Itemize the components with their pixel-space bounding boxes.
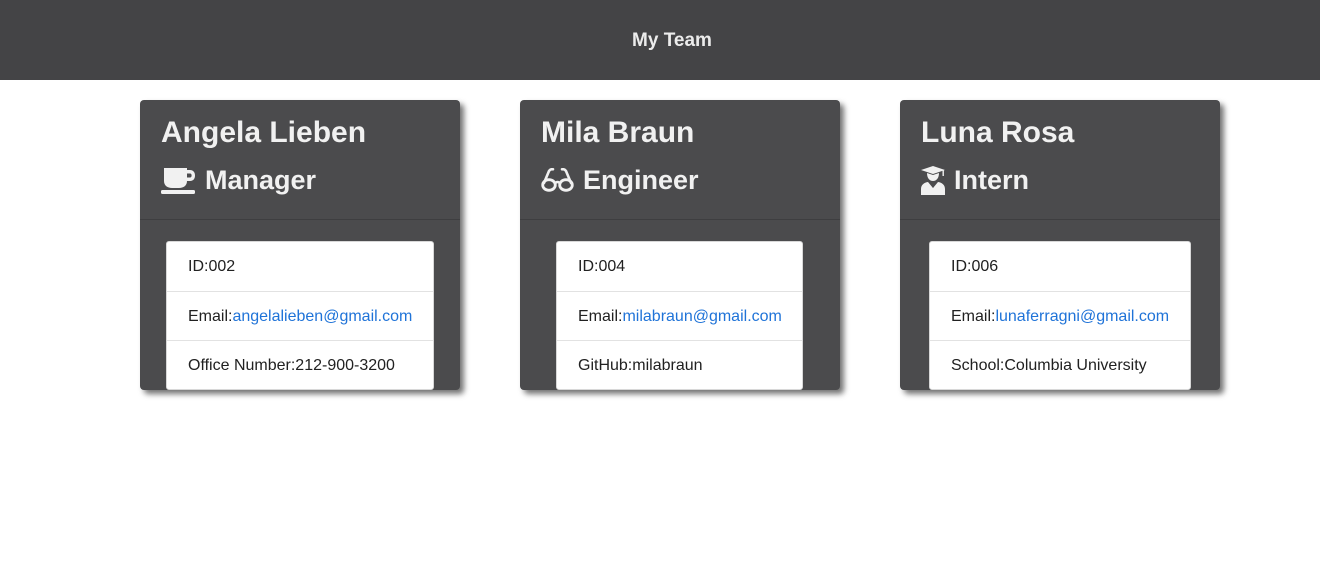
glasses-icon <box>541 163 574 197</box>
list-item-office-number: Office Number:212-900-3200 <box>167 340 433 389</box>
office-number-label: Office Number: <box>188 357 296 374</box>
employee-details-list: ID:004 Email:milabraun@gmail.com GitHub:… <box>556 241 803 390</box>
id-value: 004 <box>598 258 626 275</box>
list-item-email: Email:lunaferragni@gmail.com <box>930 291 1190 340</box>
email-link[interactable]: lunaferragni@gmail.com <box>995 308 1169 325</box>
employee-name: Angela Lieben <box>161 116 367 149</box>
id-value: 002 <box>208 258 236 275</box>
list-item-id: ID:004 <box>557 242 802 291</box>
graduate-icon <box>921 163 945 197</box>
employee-details-list: ID:006 Email:lunaferragni@gmail.com Scho… <box>929 241 1191 390</box>
employee-details-list: ID:002 Email:angelalieben@gmail.com Offi… <box>166 241 434 390</box>
id-label: ID: <box>951 258 972 275</box>
employee-name: Luna Rosa <box>921 116 1075 149</box>
mug-icon <box>161 163 196 197</box>
list-item-github: GitHub:milabraun <box>557 340 802 389</box>
email-label: Email: <box>951 308 996 325</box>
list-item-id: ID:006 <box>930 242 1190 291</box>
list-item-id: ID:002 <box>167 242 433 291</box>
list-item-email: Email:angelalieben@gmail.com <box>167 291 433 340</box>
github-value: milabraun <box>632 357 703 374</box>
card-header: Angela Lieben Manager <box>140 100 460 220</box>
school-value: Columbia University <box>1004 357 1147 374</box>
id-label: ID: <box>188 258 209 275</box>
employee-role: Intern <box>921 163 1199 197</box>
employee-name: Mila Braun <box>541 116 695 149</box>
card-header: Luna Rosa Intern <box>900 100 1220 220</box>
employee-role: Manager <box>161 163 439 197</box>
id-label: ID: <box>578 258 599 275</box>
id-value: 006 <box>971 258 999 275</box>
page-header: My Team <box>0 0 1320 80</box>
list-item-school: School:Columbia University <box>930 340 1190 389</box>
employee-role: Engineer <box>541 163 819 197</box>
email-label: Email: <box>578 308 623 325</box>
role-label: Engineer <box>583 165 699 195</box>
email-link[interactable]: milabraun@gmail.com <box>622 308 781 325</box>
email-label: Email: <box>188 308 233 325</box>
school-label: School: <box>951 357 1005 374</box>
email-link[interactable]: angelalieben@gmail.com <box>232 308 412 325</box>
office-number-value: 212-900-3200 <box>295 357 395 374</box>
employee-card-engineer: Mila Braun Engineer ID:004 Email:milabra… <box>520 100 840 390</box>
role-label: Manager <box>205 165 317 195</box>
page-title: My Team <box>632 29 712 51</box>
role-label: Intern <box>954 165 1030 195</box>
list-item-email: Email:milabraun@gmail.com <box>557 291 802 340</box>
github-label: GitHub: <box>578 357 633 374</box>
card-header: Mila Braun Engineer <box>520 100 840 220</box>
employee-card-intern: Luna Rosa Intern ID:006 Email:lunaferrag… <box>900 100 1220 390</box>
employee-card-manager: Angela Lieben Manager ID:002 Email:angel… <box>140 100 460 390</box>
